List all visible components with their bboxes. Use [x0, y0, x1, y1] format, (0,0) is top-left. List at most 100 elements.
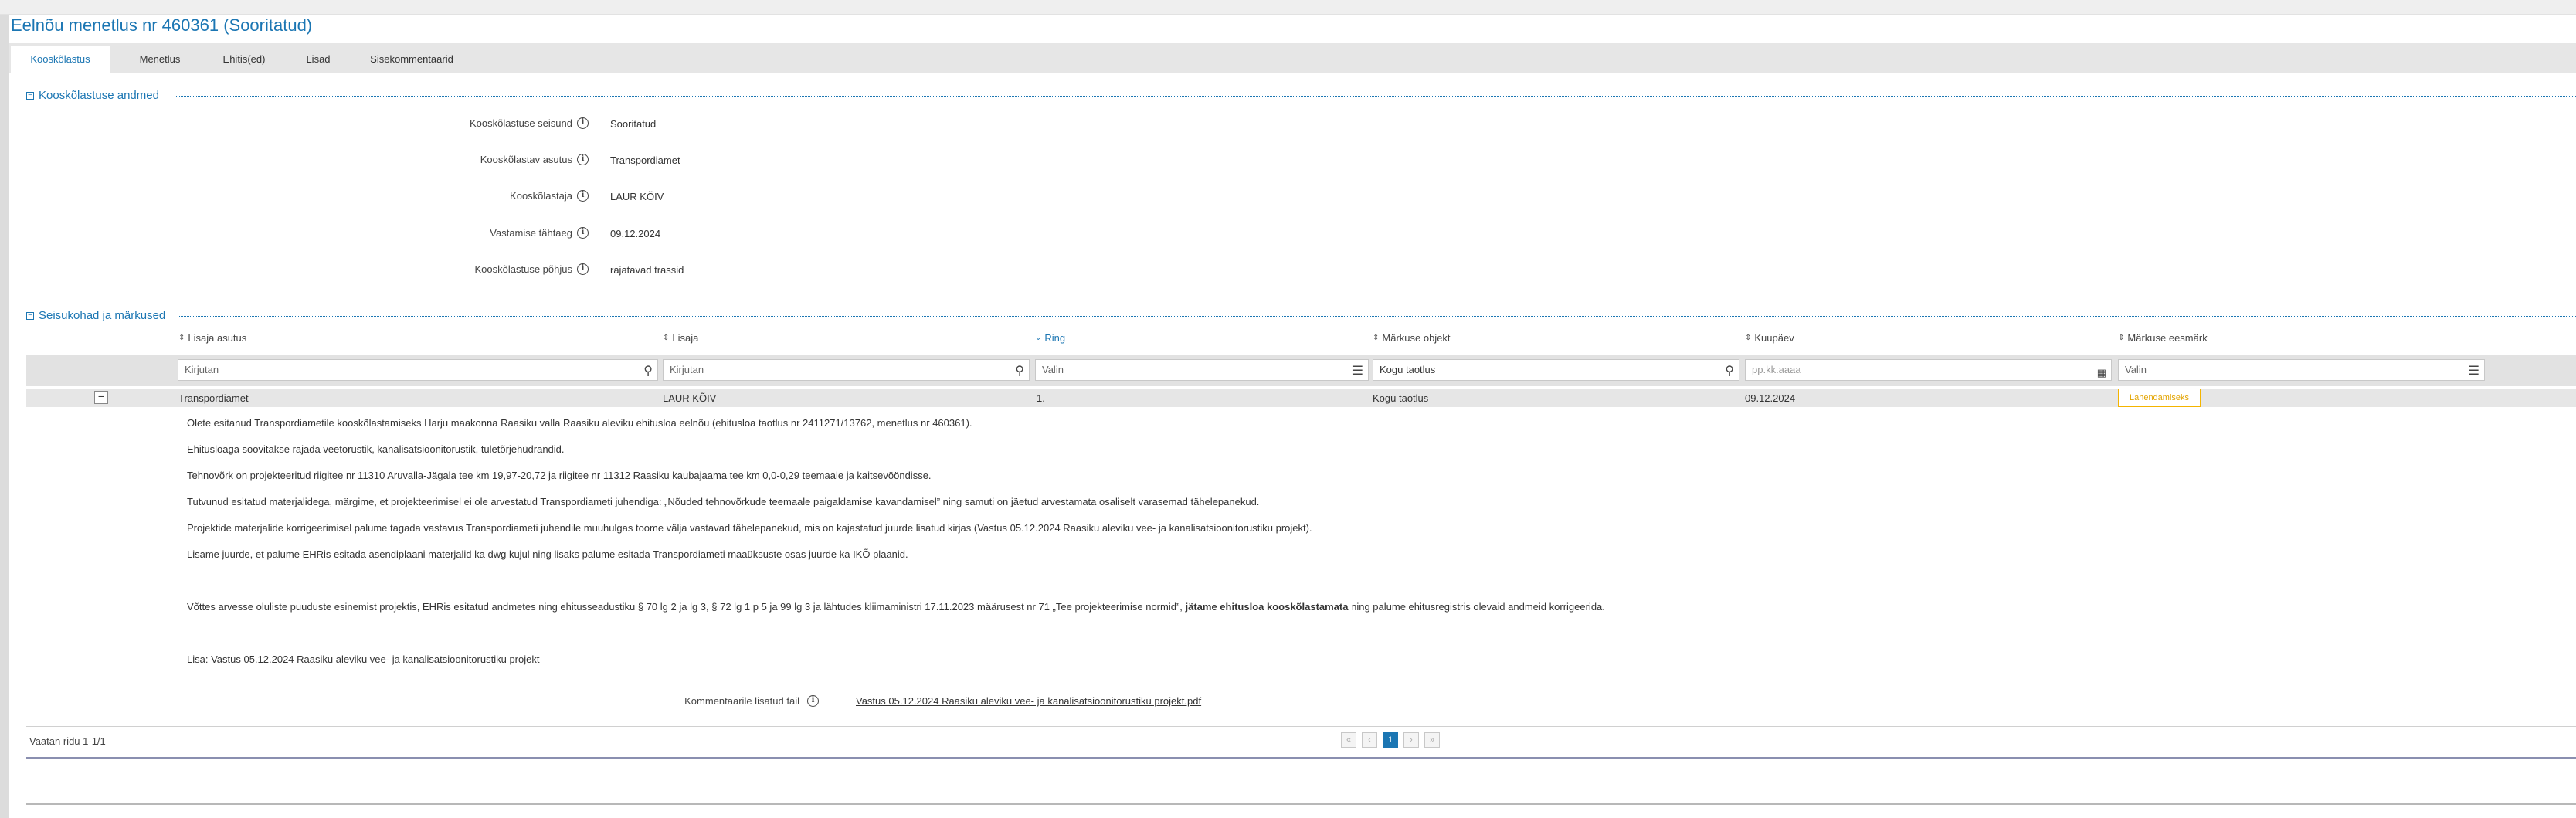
section-divider — [178, 316, 2576, 317]
pager-page-button[interactable]: 1 — [1383, 732, 1398, 748]
pager-prev-button[interactable]: ‹ — [1362, 732, 1377, 748]
row-institution: Transpordiamet — [178, 392, 249, 404]
field-label-text: Kooskõlastuse põhjus — [474, 263, 572, 275]
filter-placeholder: Valin — [2125, 364, 2147, 375]
column-header-object[interactable]: ⇕ Märkuse objekt — [1373, 332, 1451, 344]
field-label-deadline: Vastamise tähtaeg i — [264, 227, 589, 239]
filter-institution-input[interactable]: Kirjutan ⚲ — [178, 359, 658, 381]
comment-line: Olete esitanud Transpordiametile kooskõl… — [187, 417, 972, 429]
page-title: Eelnõu menetlus nr 460361 (Sooritatud) — [11, 15, 313, 35]
footer-divider — [26, 757, 2576, 759]
comment-decision: Võttes arvesse oluliste puuduste esinemi… — [187, 601, 1605, 613]
column-header-label: Ring — [1044, 332, 1066, 344]
chevron-down-icon: ⌄ — [1035, 334, 1042, 342]
calendar-icon[interactable]: ▦ — [2097, 363, 2106, 383]
info-icon[interactable]: i — [577, 190, 589, 202]
top-bar — [0, 0, 2576, 15]
filter-purpose-select[interactable]: Valin ☰ — [2118, 359, 2485, 381]
field-label-text: Kooskõlastaja — [510, 190, 572, 202]
filter-value: Kogu taotlus — [1380, 364, 1436, 375]
bottom-divider — [26, 803, 2576, 805]
field-label-coordinator: Kooskõlastaja i — [264, 190, 589, 202]
filter-placeholder: Kirjutan — [185, 364, 219, 375]
attached-file-link[interactable]: Vastus 05.12.2024 Raasiku aleviku vee- j… — [856, 695, 1201, 707]
purpose-badge: Lahendamiseks — [2118, 389, 2201, 407]
column-header-label: Lisaja — [672, 332, 699, 344]
column-header-label: Märkuse objekt — [1382, 332, 1451, 344]
info-icon[interactable]: i — [577, 227, 589, 239]
pager-next-button[interactable]: › — [1403, 732, 1419, 748]
left-rail — [0, 15, 9, 818]
column-header-institution[interactable]: ⇕ Lisaja asutus — [178, 332, 246, 344]
filter-round-select[interactable]: Valin ☰ — [1035, 359, 1369, 381]
decision-text: ning palume ehitusregistris olevaid andm… — [1348, 601, 1605, 613]
collapse-row-button[interactable]: − — [94, 391, 108, 404]
field-label-reason: Kooskõlastuse põhjus i — [264, 263, 589, 275]
row-author: LAUR KÕIV — [663, 392, 717, 404]
comment-attachment-note: Lisa: Vastus 05.12.2024 Raasiku aleviku … — [187, 653, 540, 665]
pager-first-button[interactable]: « — [1341, 732, 1356, 748]
search-icon[interactable]: ⚲ — [1725, 361, 1734, 382]
search-icon[interactable]: ⚲ — [643, 361, 653, 382]
sort-icon: ⇕ — [1745, 334, 1752, 342]
info-icon[interactable]: i — [577, 263, 589, 275]
comment-line: Tutvunud esitatud materjalidega, märgime… — [187, 496, 1260, 507]
sort-icon: ⇕ — [178, 334, 185, 342]
decision-bold: jätame ehitusloa kooskõlastamata — [1185, 601, 1349, 613]
section-divider — [176, 96, 2576, 97]
comment-line: Projektide materjalide korrigeerimisel p… — [187, 522, 1312, 534]
page-root: Eelnõu menetlus nr 460361 (Sooritatud) K… — [0, 0, 2576, 818]
field-label-institution: Kooskõlastav asutus i — [264, 154, 589, 165]
pager-last-button[interactable]: » — [1424, 732, 1440, 748]
list-icon[interactable]: ☰ — [1352, 361, 1363, 382]
row-object: Kogu taotlus — [1373, 392, 1429, 404]
comment-line: Lisame juurde, et palume EHRis esitada a… — [187, 548, 908, 560]
column-header-date[interactable]: ⇕ Kuupäev — [1745, 332, 1794, 344]
filter-placeholder: Kirjutan — [670, 364, 704, 375]
collapse-icon[interactable]: − — [26, 311, 34, 320]
column-header-label: Märkuse eesmärk — [2127, 332, 2208, 344]
sort-icon: ⇕ — [663, 334, 670, 342]
tab-lisad[interactable]: Lisad — [286, 46, 351, 73]
list-icon[interactable]: ☰ — [2469, 361, 2479, 382]
column-header-author[interactable]: ⇕ Lisaja — [663, 332, 698, 344]
field-value-reason: rajatavad trassid — [610, 264, 684, 276]
attached-file-label-text: Kommentaarile lisatud fail — [684, 695, 799, 707]
column-header-label: Lisaja asutus — [188, 332, 247, 344]
coordination-section-title: Kooskõlastuse andmed — [39, 89, 159, 102]
filter-placeholder: pp.kk.aaaa — [1752, 364, 1801, 375]
collapse-icon[interactable]: − — [26, 91, 34, 100]
search-icon[interactable]: ⚲ — [1015, 361, 1024, 382]
tab-kooskolastus[interactable]: Kooskõlastus — [11, 46, 110, 73]
field-label-status: Kooskõlastuse seisund i — [264, 117, 589, 129]
column-header-round[interactable]: ⌄ Ring — [1035, 332, 1065, 344]
sort-icon: ⇕ — [2118, 334, 2125, 342]
filter-author-input[interactable]: Kirjutan ⚲ — [663, 359, 1030, 381]
info-icon[interactable]: i — [577, 117, 589, 129]
column-header-label: Kuupäev — [1754, 332, 1794, 344]
coordination-section-header[interactable]: − Kooskõlastuse andmed — [26, 89, 159, 102]
filter-placeholder: Valin — [1042, 364, 1064, 375]
rows-info: Vaatan ridu 1-1/1 — [29, 735, 106, 747]
column-header-purpose[interactable]: ⇕ Märkuse eesmärk — [2118, 332, 2208, 344]
comment-line: Tehnovõrk on projekteeritud riigitee nr … — [187, 470, 932, 481]
info-icon[interactable]: i — [807, 695, 819, 707]
tab-bar: Kooskõlastus Menetlus Ehitis(ed) Lisad S… — [9, 43, 2576, 73]
field-label-text: Vastamise tähtaeg — [490, 227, 572, 239]
filter-date-input[interactable]: pp.kk.aaaa ▦ — [1745, 359, 2112, 381]
row-round: 1. — [1037, 392, 1045, 404]
table-divider — [26, 726, 2576, 727]
field-label-text: Kooskõlastuse seisund — [470, 117, 572, 129]
field-value-coordinator: LAUR KÕIV — [610, 191, 664, 202]
filter-object-input[interactable]: Kogu taotlus ⚲ — [1373, 359, 1739, 381]
positions-section-header[interactable]: − Seisukohad ja märkused — [26, 309, 165, 322]
tab-ehitised[interactable]: Ehitis(ed) — [204, 46, 284, 73]
field-label-text: Kooskõlastav asutus — [480, 154, 572, 165]
positions-section-title: Seisukohad ja märkused — [39, 309, 166, 322]
comment-line: Ehitusloaga soovitakse rajada veetorusti… — [187, 443, 565, 455]
sort-icon: ⇕ — [1373, 334, 1380, 342]
info-icon[interactable]: i — [577, 154, 589, 165]
field-value-deadline: 09.12.2024 — [610, 228, 661, 239]
tab-menetlus[interactable]: Menetlus — [117, 46, 202, 73]
tab-sisekommentaarid[interactable]: Sisekommentaarid — [354, 46, 470, 73]
